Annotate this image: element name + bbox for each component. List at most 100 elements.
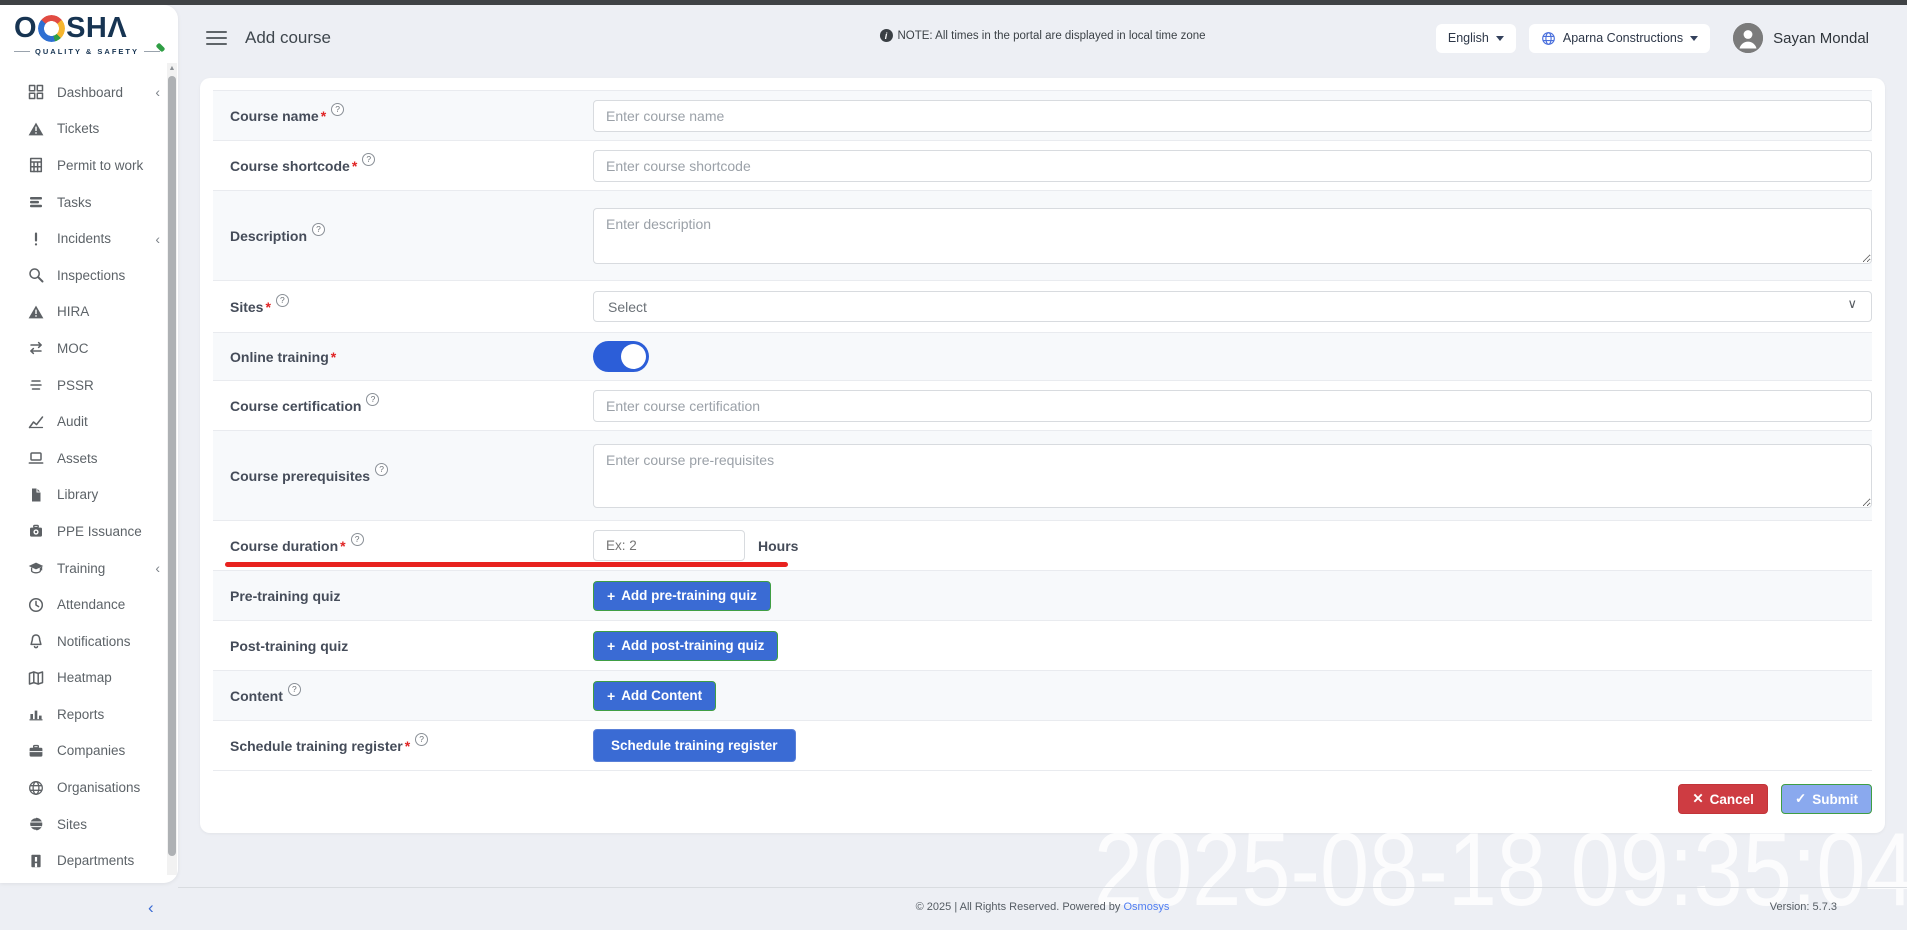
- sites-select[interactable]: Select∨: [593, 291, 1872, 322]
- sidebar-item-heatmap[interactable]: Heatmap: [0, 660, 178, 697]
- field-label: Schedule training register: [230, 738, 403, 754]
- sidebar-item-assets[interactable]: Assets: [0, 440, 178, 477]
- user-menu[interactable]: Sayan Mondal: [1733, 23, 1869, 53]
- sidebar-item-audit[interactable]: Audit: [0, 403, 178, 440]
- sidebar-item-label: Tickets: [57, 121, 99, 136]
- tasks-icon: [27, 194, 44, 211]
- online-training-toggle[interactable]: [593, 341, 649, 372]
- sidebar-item-label: PPE Issuance: [57, 524, 142, 539]
- form-row-post-training-quiz: Post-training quiz+Add post-training qui…: [213, 620, 1872, 670]
- sidebar-item-label: Notifications: [57, 634, 131, 649]
- sidebar-item-sites[interactable]: Sites: [0, 806, 178, 843]
- sidebar-collapse-button[interactable]: ‹: [148, 898, 154, 918]
- help-icon[interactable]: ?: [331, 103, 344, 116]
- form-label-post-training-quiz: Post-training quiz: [213, 638, 593, 654]
- sidebar-item-library[interactable]: Library: [0, 477, 178, 514]
- course-duration-input[interactable]: [593, 530, 745, 561]
- sidebar-item-permit-to-work[interactable]: Permit to work: [0, 147, 178, 184]
- field-label: Sites: [230, 299, 263, 315]
- sidebar-item-companies[interactable]: Companies: [0, 733, 178, 770]
- required-asterisk: *: [352, 158, 357, 174]
- organisation-dropdown[interactable]: Aparna Constructions: [1529, 24, 1710, 53]
- add-content-button[interactable]: +Add Content: [593, 681, 716, 711]
- sidebar-item-training[interactable]: Training‹: [0, 550, 178, 587]
- sidebar-item-label: Heatmap: [57, 670, 112, 685]
- help-icon[interactable]: ?: [375, 463, 388, 476]
- logo-letters-sh: SH: [66, 14, 107, 43]
- sidebar-item-label: MOC: [57, 341, 89, 356]
- language-dropdown[interactable]: English: [1436, 24, 1516, 53]
- field-label: Online training: [230, 349, 329, 365]
- sidebar-item-hira[interactable]: HIRA: [0, 294, 178, 331]
- sidebar-item-attendance[interactable]: Attendance: [0, 586, 178, 623]
- graduation-cap-icon: [27, 560, 44, 577]
- course-prerequisites-textarea[interactable]: [593, 444, 1872, 508]
- duration-unit-label: Hours: [758, 538, 798, 554]
- osmosys-link[interactable]: Osmosys: [1124, 901, 1170, 913]
- sidebar-item-label: HIRA: [57, 304, 89, 319]
- field-label: Content: [230, 688, 283, 704]
- form-row-schedule-training-register: Schedule training register*?Schedule tra…: [213, 720, 1872, 770]
- sidebar-item-organisations[interactable]: Organisations: [0, 769, 178, 806]
- sidebar-item-label: Incidents: [57, 231, 111, 246]
- chevron-left-icon[interactable]: ‹: [155, 85, 160, 99]
- help-icon[interactable]: ?: [351, 533, 364, 546]
- cancel-button[interactable]: ✕ Cancel: [1678, 784, 1768, 814]
- top-header: Add course i NOTE: All times in the port…: [178, 5, 1907, 71]
- course-shortcode-input[interactable]: [593, 150, 1872, 182]
- sidebar-item-tickets[interactable]: Tickets: [0, 111, 178, 148]
- sidebar-item-moc[interactable]: MOC: [0, 330, 178, 367]
- form-control-course-duration: Hours: [593, 530, 1872, 561]
- field-label: Course certification: [230, 398, 361, 414]
- help-icon[interactable]: ?: [312, 223, 325, 236]
- sidebar-item-label: Reports: [57, 707, 104, 722]
- globe-icon: [27, 779, 44, 796]
- sidebar-item-label: Tasks: [57, 195, 92, 210]
- description-textarea[interactable]: [593, 208, 1872, 264]
- form-control-course-certification: [593, 390, 1872, 422]
- sidebar-nav: Dashboard‹ Tickets Permit to work Tasks Inci…: [0, 60, 178, 879]
- button-label: Add post-training quiz: [621, 638, 764, 653]
- help-icon[interactable]: ?: [288, 683, 301, 696]
- sidebar-item-tasks[interactable]: Tasks: [0, 184, 178, 221]
- schedule-training-register-button[interactable]: Schedule training register: [593, 729, 796, 762]
- sidebar-item-departments[interactable]: Departments: [0, 842, 178, 879]
- chevron-left-icon[interactable]: ‹: [155, 561, 160, 575]
- caret-down-icon: [1496, 36, 1504, 41]
- organisation-value: Aparna Constructions: [1563, 31, 1683, 45]
- app-logo[interactable]: O SH Λ QUALITY & SAFETY: [0, 5, 178, 60]
- info-icon: i: [879, 29, 892, 42]
- sidebar-item-label: Sites: [57, 817, 87, 832]
- sidebar-item-notifications[interactable]: Notifications: [0, 623, 178, 660]
- field-label: Description: [230, 228, 307, 244]
- sidebar-item-incidents[interactable]: Incidents ‹: [0, 220, 178, 257]
- add-post-training-quiz-button[interactable]: +Add post-training quiz: [593, 631, 778, 661]
- cross-icon: ✕: [1692, 791, 1703, 807]
- help-icon[interactable]: ?: [415, 733, 428, 746]
- hamburger-menu-icon[interactable]: [206, 31, 227, 46]
- scrollbar-up-arrow-icon[interactable]: ▲: [167, 63, 177, 75]
- submit-button[interactable]: ✓ Submit: [1781, 784, 1872, 814]
- course-name-input[interactable]: [593, 100, 1872, 132]
- form-control-description: [593, 208, 1872, 264]
- sidebar-item-dashboard[interactable]: Dashboard‹: [0, 74, 178, 111]
- help-icon[interactable]: ?: [366, 393, 379, 406]
- sidebar-item-reports[interactable]: Reports: [0, 696, 178, 733]
- sidebar-scrollbar[interactable]: ▲: [167, 63, 177, 875]
- sidebar-item-pssr[interactable]: PSSR: [0, 367, 178, 404]
- help-icon[interactable]: ?: [276, 294, 289, 307]
- form-control-content: +Add Content: [593, 681, 1872, 711]
- add-pre-training-quiz-button[interactable]: +Add pre-training quiz: [593, 581, 771, 611]
- laptop-icon: [27, 450, 44, 467]
- course-certification-input[interactable]: [593, 390, 1872, 422]
- form-row-course-name: Course name*?: [213, 90, 1872, 140]
- required-asterisk: *: [340, 538, 345, 554]
- document-icon: [27, 486, 44, 503]
- help-icon[interactable]: ?: [362, 153, 375, 166]
- scrollbar-thumb[interactable]: [168, 76, 176, 856]
- sidebar-item-ppe-issuance[interactable]: PPE Issuance: [0, 513, 178, 550]
- sidebar-item-inspections[interactable]: Inspections: [0, 257, 178, 294]
- warning-triangle-icon: [27, 303, 44, 320]
- timezone-note: i NOTE: All times in the portal are disp…: [879, 29, 1205, 42]
- chevron-left-icon[interactable]: ‹: [155, 232, 160, 246]
